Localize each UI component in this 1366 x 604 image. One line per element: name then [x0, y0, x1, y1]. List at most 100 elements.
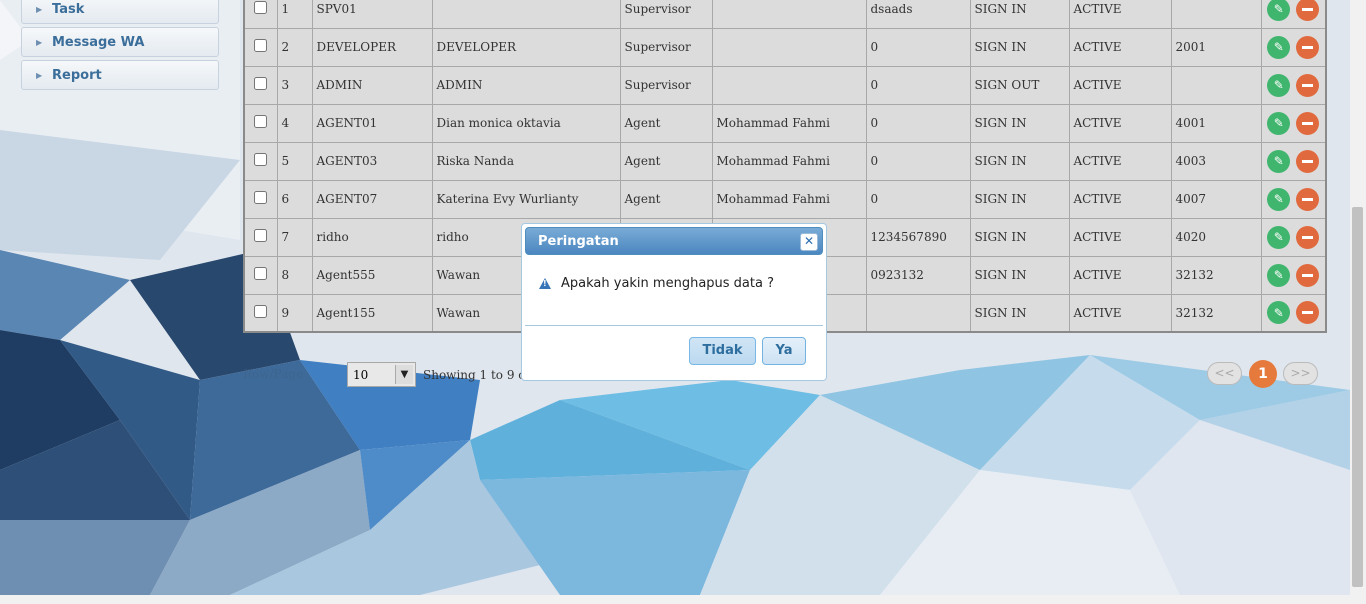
row-checkbox[interactable] [254, 39, 268, 52]
cell-login-status: SIGN IN [969, 0, 1070, 29]
sidebar-item-label: Report [52, 67, 102, 83]
cell-ext [1170, 65, 1262, 105]
cell-supervisor [711, 0, 867, 29]
page-size-value: 10 [353, 368, 369, 382]
sidebar: ▶ Task ▶ Message WA ▶ Report [21, 0, 219, 93]
pencil-icon[interactable]: ✎ [1267, 35, 1291, 59]
cell-no: 3 [276, 65, 313, 105]
cell-phone: 0 [865, 65, 971, 105]
cell-ext [1170, 0, 1262, 29]
row-checkbox-cell [243, 255, 278, 295]
dialog-title: Peringatan [538, 234, 619, 249]
cell-username: SPV01 [311, 0, 433, 29]
cell-username: Agent155 [311, 293, 433, 333]
cell-ext: 32132 [1170, 255, 1262, 295]
chevron-right-icon: ▶ [36, 70, 43, 80]
minus-icon[interactable] [1296, 111, 1320, 135]
minus-icon[interactable] [1296, 149, 1320, 173]
cell-no: 6 [276, 179, 313, 219]
minus-icon[interactable] [1296, 73, 1320, 97]
row-checkbox-cell [243, 293, 278, 333]
table-row: 6 AGENT07 Katerina Evy Wurlianty Agent Moham… [243, 179, 1327, 219]
cell-status: ACTIVE [1068, 293, 1172, 333]
cell-ext: 4003 [1170, 141, 1262, 181]
pencil-icon[interactable]: ✎ [1267, 263, 1291, 287]
cell-ext: 32132 [1170, 293, 1262, 333]
sidebar-item-message-wa[interactable]: ▶ Message WA [21, 27, 219, 57]
cell-name: Riska Nanda [431, 141, 621, 181]
pencil-icon[interactable]: ✎ [1267, 187, 1291, 211]
chevron-down-icon[interactable]: ▼ [395, 365, 413, 384]
row-actions: ✎ [1260, 27, 1327, 67]
vertical-scrollbar[interactable] [1350, 0, 1366, 595]
minus-icon[interactable] [1296, 0, 1320, 21]
cell-supervisor: Mohammad Fahmi [711, 141, 867, 181]
table-row: 3 ADMIN ADMIN Supervisor 0 SIGN OUT ACTIVE ✎ [243, 65, 1327, 105]
row-checkbox-cell [243, 217, 278, 257]
cell-phone: 1234567890 [865, 217, 971, 257]
cell-phone: 0 [865, 103, 971, 143]
cell-no: 1 [276, 0, 313, 29]
row-actions: ✎ [1260, 255, 1327, 295]
minus-icon[interactable] [1296, 225, 1320, 249]
cell-supervisor [711, 27, 867, 67]
sidebar-item-task[interactable]: ▶ Task [21, 0, 219, 24]
scrollbar-thumb[interactable] [1352, 207, 1363, 587]
cell-supervisor [711, 65, 867, 105]
cell-login-status: SIGN IN [969, 293, 1070, 333]
cell-role: Supervisor [619, 65, 713, 105]
pencil-icon[interactable]: ✎ [1267, 225, 1291, 249]
table-row: 1 SPV01 Supervisor dsaads SIGN IN ACTIVE ✎ [243, 0, 1327, 29]
row-checkbox-cell [243, 179, 278, 219]
cell-status: ACTIVE [1068, 65, 1172, 105]
dialog-message-row: Apakah yakin menghapus data ? [539, 276, 774, 291]
minus-icon[interactable] [1296, 35, 1320, 59]
current-page-button[interactable]: 1 [1249, 360, 1277, 388]
next-page-button[interactable]: >> [1283, 362, 1318, 385]
cell-ext: 4020 [1170, 217, 1262, 257]
minus-icon[interactable] [1296, 263, 1320, 287]
prev-page-button[interactable]: << [1207, 362, 1242, 385]
row-checkbox[interactable] [254, 229, 268, 242]
cell-phone: 0 [865, 179, 971, 219]
cell-no: 8 [276, 255, 313, 295]
no-button[interactable]: Tidak [689, 337, 756, 365]
row-actions: ✎ [1260, 141, 1327, 181]
row-actions: ✎ [1260, 293, 1327, 333]
cell-status: ACTIVE [1068, 179, 1172, 219]
page-size-select[interactable]: 10 ▼ [347, 362, 416, 387]
cell-status: ACTIVE [1068, 103, 1172, 143]
cell-phone: 0 [865, 141, 971, 181]
cell-role: Agent [619, 103, 713, 143]
sidebar-item-report[interactable]: ▶ Report [21, 60, 219, 90]
row-checkbox-cell [243, 65, 278, 105]
dialog-titlebar[interactable]: Peringatan ✕ [525, 227, 823, 255]
warning-icon [539, 278, 551, 289]
row-checkbox[interactable] [254, 77, 268, 90]
row-checkbox[interactable] [254, 153, 268, 166]
row-checkbox[interactable] [254, 115, 268, 128]
pencil-icon[interactable]: ✎ [1267, 301, 1291, 325]
row-checkbox[interactable] [254, 1, 268, 15]
chevron-right-icon: ▶ [36, 4, 43, 14]
pencil-icon[interactable]: ✎ [1267, 111, 1291, 135]
close-icon[interactable]: ✕ [800, 233, 818, 251]
minus-icon[interactable] [1296, 301, 1320, 325]
pencil-icon[interactable]: ✎ [1267, 149, 1291, 173]
cell-no: 9 [276, 293, 313, 333]
horizontal-scrollbar[interactable] [0, 595, 1366, 604]
minus-icon[interactable] [1296, 187, 1320, 211]
cell-ext: 4007 [1170, 179, 1262, 219]
table-row: 5 AGENT03 Riska Nanda Agent Mohammad Fahmi 0 S… [243, 141, 1327, 181]
row-checkbox[interactable] [254, 267, 268, 280]
cell-no: 5 [276, 141, 313, 181]
pencil-icon[interactable]: ✎ [1267, 0, 1291, 21]
yes-button[interactable]: Ya [762, 337, 806, 365]
row-checkbox[interactable] [254, 191, 268, 204]
pencil-icon[interactable]: ✎ [1267, 73, 1291, 97]
cell-supervisor: Mohammad Fahmi [711, 179, 867, 219]
row-checkbox[interactable] [254, 304, 268, 318]
confirm-dialog: Peringatan ✕ Apakah yakin menghapus data… [521, 223, 827, 381]
cell-phone: 0923132 [865, 255, 971, 295]
row-actions: ✎ [1260, 217, 1327, 257]
